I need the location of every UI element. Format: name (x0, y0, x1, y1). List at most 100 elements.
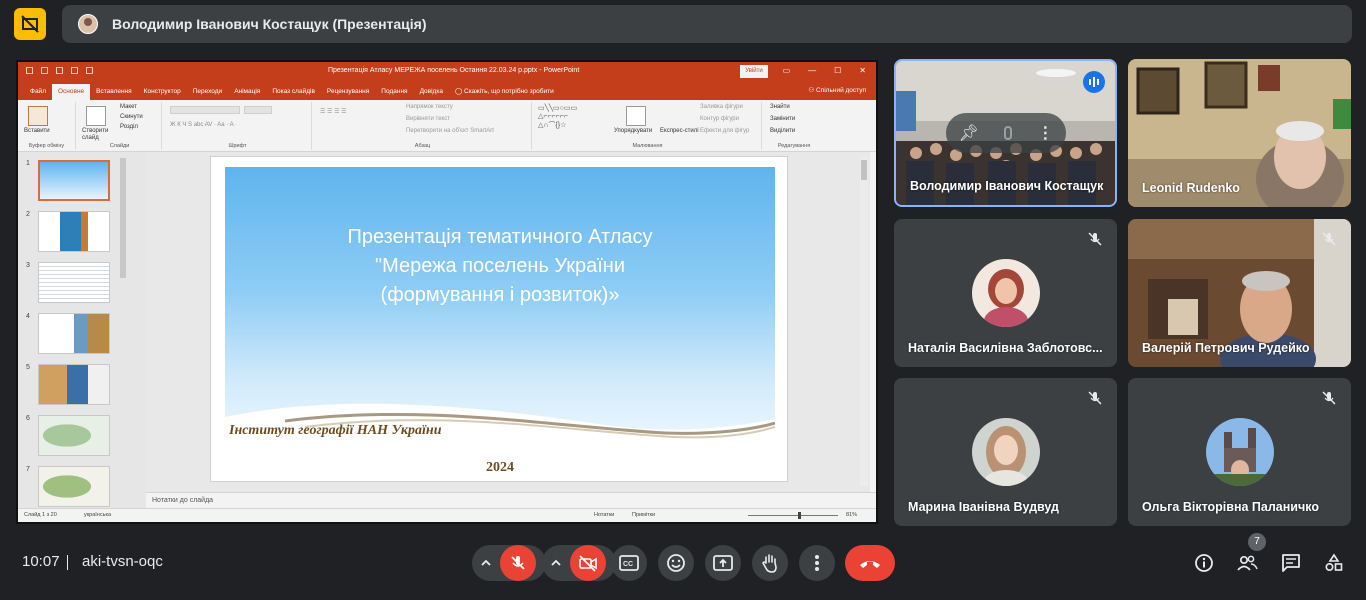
status-slide-info: Слайд 1 з 20 (24, 512, 57, 518)
thumbnails-scrollbar (120, 158, 126, 278)
presentation-off-icon[interactable] (14, 8, 46, 40)
ppt-tab: Подання (381, 88, 408, 95)
status-zoom: 81% (846, 512, 858, 518)
participant-name: Leonid Rudenko (1142, 181, 1240, 195)
section-label: Розділ (120, 124, 138, 130)
raise-hand-button[interactable] (752, 545, 788, 581)
status-notes: Нотатки (594, 512, 615, 518)
mic-off-icon (1088, 391, 1102, 405)
new-slide-label: Створити слайд (82, 128, 109, 141)
participant-tile[interactable]: Leonid Rudenko (1128, 59, 1351, 207)
thumb-number: 2 (26, 211, 30, 218)
chat-icon (1282, 554, 1300, 572)
shape-outline-label: Контур фігури (700, 116, 739, 122)
participant-tile[interactable]: Валерій Петрович Рудейко (1128, 219, 1351, 367)
emoji-icon (667, 554, 685, 572)
ppt-ribbon: Вставити Буфер обміну Створити слайд Мак… (18, 100, 876, 152)
participant-tile[interactable]: Наталія Василівна Заблотовс... (894, 219, 1117, 367)
layout-label: Макет (120, 104, 137, 110)
slide-thumbnail (38, 415, 110, 456)
ppt-share: ⚇ Спільний доступ (808, 87, 866, 94)
slide-thumbnails: 1 2 3 4 5 6 7 (18, 152, 146, 508)
chat-button[interactable] (1278, 550, 1304, 576)
mic-icon[interactable] (1004, 126, 1013, 140)
emoji-button[interactable] (658, 545, 694, 581)
quick-access-toolbar (26, 67, 93, 74)
camera-off-icon[interactable] (570, 545, 606, 581)
participant-tile[interactable]: 📌︎ ⋮ Володимир Іванович Костащук (894, 59, 1117, 207)
ppt-tab: Вставлення (96, 88, 132, 95)
raise-hand-icon (762, 554, 777, 573)
leave-call-button[interactable] (845, 545, 895, 581)
group-label: Слайди (109, 143, 130, 149)
participant-tile[interactable]: Ольга Вікторівна Паланичко (1128, 378, 1351, 526)
mic-off-icon (1322, 391, 1336, 405)
slide-canvas: Презентація тематичного Атласу "Мережа п… (146, 152, 870, 492)
mic-off-icon (1322, 232, 1336, 246)
slide-title-line: Презентація тематичного Атласу (347, 226, 653, 248)
group-label: Абзац (414, 143, 431, 149)
ppt-titlebar: Презентація Атласу МЕРЕЖА поселень Остан… (18, 62, 876, 82)
present-button[interactable] (705, 545, 741, 581)
activities-icon (1325, 553, 1343, 572)
quick-styles-label: Експрес-стилі (660, 128, 699, 134)
thumb-number: 3 (26, 262, 30, 269)
status-language: українська (84, 512, 112, 518)
ppt-tab: Переходи (192, 88, 223, 95)
presenter-bar[interactable]: Володимир Іванович Костащук (Презентація… (62, 5, 1352, 43)
presenter-title: Володимир Іванович Костащук (Презентація… (112, 16, 427, 32)
camera-control[interactable] (542, 545, 616, 581)
more-options-button[interactable] (799, 545, 835, 581)
group-label: Буфер обміну (28, 143, 65, 149)
thumb-number: 7 (26, 466, 30, 473)
ribbon-group-editing: Знайти Замінити Виділити Редагування (764, 102, 824, 150)
divider (67, 555, 68, 570)
pin-icon[interactable]: 📌︎ (959, 123, 979, 143)
tile-hover-controls[interactable]: 📌︎ ⋮ (946, 113, 1066, 153)
slide-title-line: "Мережа поселень України (375, 255, 625, 277)
ribbon-group-slides: Створити слайд Макет Скинути Розділ Слай… (78, 102, 162, 150)
ppt-login-button: Увійти (740, 65, 768, 78)
ppt-tab: Анімація (234, 88, 261, 95)
meeting-code: aki-tvsn-oqc (82, 553, 163, 570)
shared-screen: Презентація Атласу МЕРЕЖА поселень Остан… (16, 60, 878, 524)
ribbon-group-clipboard: Вставити Буфер обміну (18, 102, 76, 150)
paste-icon (28, 106, 48, 126)
ppt-tab: Конструктор (143, 88, 181, 95)
arrange-icon (626, 106, 646, 126)
shapes-gallery: ▭╲╲▭○▭▭ △⌐⌐⌐⌐⌐⌐ △∩⌒{}☆ (538, 105, 578, 129)
thumb-number: 1 (26, 160, 30, 167)
find-label: Знайти (770, 104, 790, 110)
chevron-up-icon[interactable] (472, 559, 500, 567)
ppt-doc-title: Презентація Атласу МЕРЕЖА поселень Остан… (328, 67, 580, 74)
zoom-slider (748, 515, 838, 516)
chevron-up-icon[interactable] (542, 559, 570, 567)
group-label: Малювання (632, 143, 663, 149)
ribbon-group-paragraph: ☰ ☰ ☰ ☰ Напрямок тексту Вирівняти текст … (314, 102, 532, 150)
ribbon-group-drawing: ▭╲╲▭○▭▭ △⌐⌐⌐⌐⌐⌐ △∩⌒{}☆ Упорядкувати Експре… (534, 102, 762, 150)
slide-title: Презентація тематичного Атласу "Мережа п… (211, 223, 789, 310)
participant-name: Наталія Василівна Заблотовс... (908, 341, 1103, 355)
meeting-details-button[interactable] (1191, 550, 1217, 576)
reset-label: Скинути (120, 114, 143, 120)
captions-button[interactable]: CC (611, 545, 647, 581)
avatar (972, 418, 1040, 486)
ppt-tell-me: ◯ Скажіть, що потрібно зробити (454, 88, 554, 95)
ppt-tab: Рецензування (326, 88, 370, 95)
arrange-label: Упорядкувати (614, 128, 653, 134)
mic-control[interactable] (472, 545, 546, 581)
notes-pane: Нотатки до слайда (146, 492, 876, 508)
presenter-avatar (78, 14, 98, 34)
current-slide: Презентація тематичного Атласу "Мережа п… (210, 156, 788, 482)
group-label: Редагування (777, 143, 811, 149)
slide-wave-decoration (225, 403, 775, 447)
more-vert-icon[interactable]: ⋮ (1037, 123, 1053, 143)
participant-tile[interactable]: Марина Іванівна Вудвуд (894, 378, 1117, 526)
activities-button[interactable] (1321, 550, 1347, 576)
meeting-time: 10:07 (22, 553, 60, 570)
participant-name: Володимир Іванович Костащук (910, 179, 1104, 193)
people-button[interactable] (1234, 550, 1260, 576)
text-direction-label: Напрямок тексту (406, 104, 453, 110)
mic-off-icon[interactable] (500, 545, 536, 581)
ppt-tab: Основне (51, 84, 91, 100)
